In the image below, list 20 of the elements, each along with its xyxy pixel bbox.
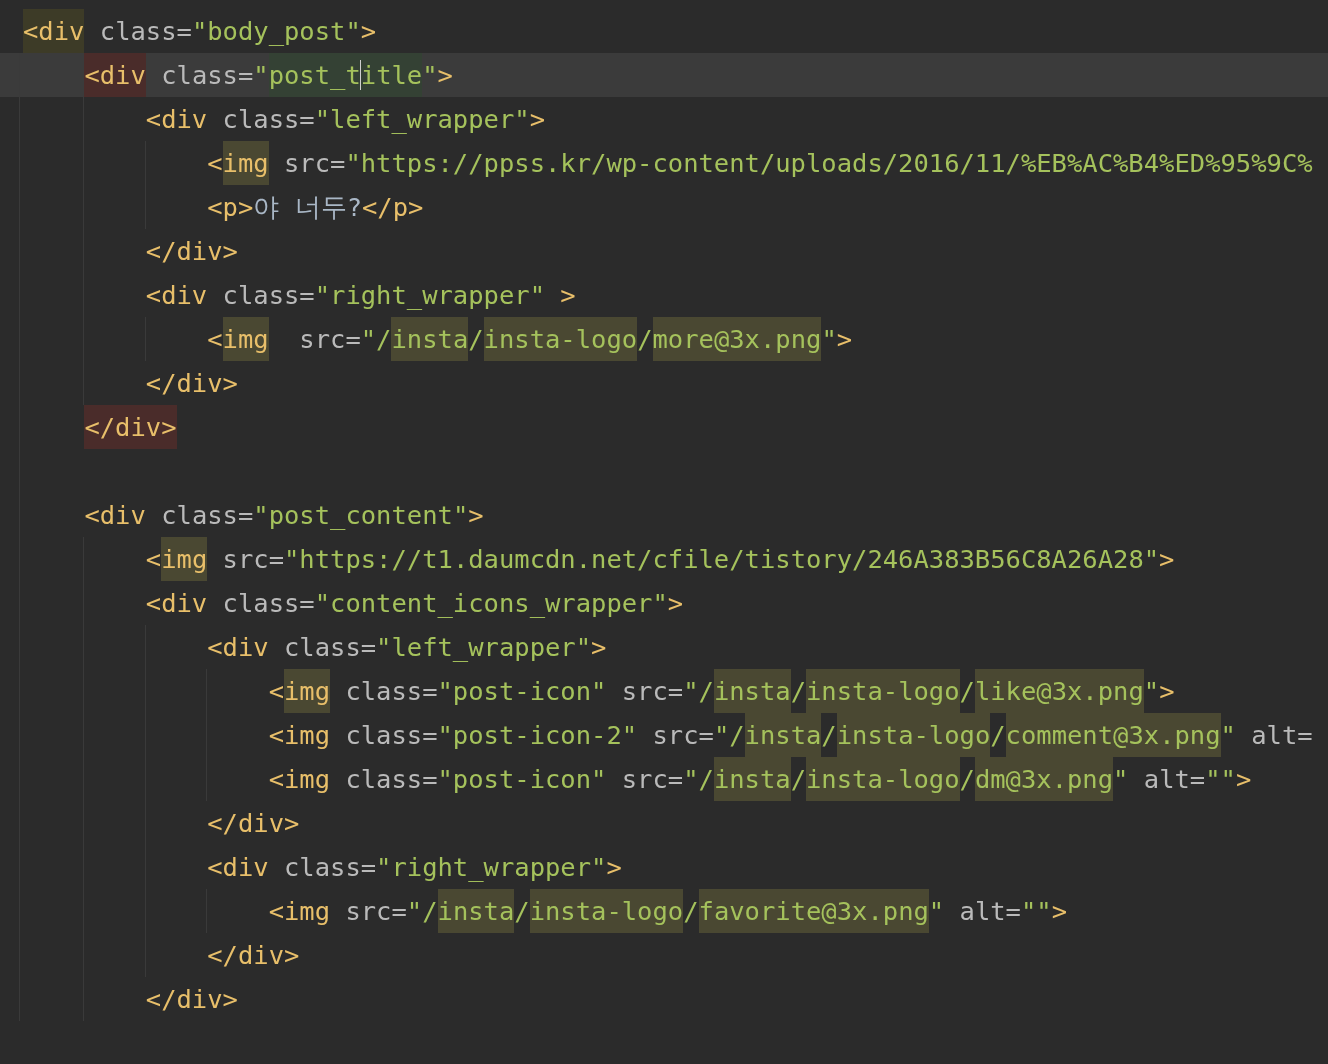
code-line: <p>야 너두?</p> (0, 185, 1328, 229)
code-line: </div> (0, 229, 1328, 273)
code-line: <img src="/insta/insta-logo/favorite@3x.png" alt=""> (0, 889, 1328, 933)
code-line: <img src="https://ppss.kr/wp-content/uploads/2016/11/%EB%AC%B4%ED%95%9C% (0, 141, 1328, 185)
code-line: <div class="body_post"> (0, 9, 1328, 53)
code-line: </div> (0, 801, 1328, 845)
code-line: </div> (0, 977, 1328, 1021)
code-line: <img src="https://t1.daumcdn.net/cfile/tistory/246A383B56C8A26A28"> (0, 537, 1328, 581)
code-line: <div class="left_wrapper"> (0, 97, 1328, 141)
code-line: <img class="post-icon" src="/insta/insta-logo/dm@3x.png" alt=""> (0, 757, 1328, 801)
code-line: <img class="post-icon" src="/insta/insta-logo/like@3x.png"> (0, 669, 1328, 713)
code-line: <div class="right_wrapper"> (0, 845, 1328, 889)
code-line: <img class="post-icon-2" src="/insta/insta-logo/comment@3x.png" alt= (0, 713, 1328, 757)
code-line: </div> (0, 933, 1328, 977)
code-line: <div class="right_wrapper" > (0, 273, 1328, 317)
code-line: <div class="left_wrapper"> (0, 625, 1328, 669)
code-line: <img src="/insta/insta-logo/more@3x.png"> (0, 317, 1328, 361)
code-line: <div class="content_icons_wrapper"> (0, 581, 1328, 625)
code-line: </div> (0, 405, 1328, 449)
code-line: <div class="post_content"> (0, 493, 1328, 537)
